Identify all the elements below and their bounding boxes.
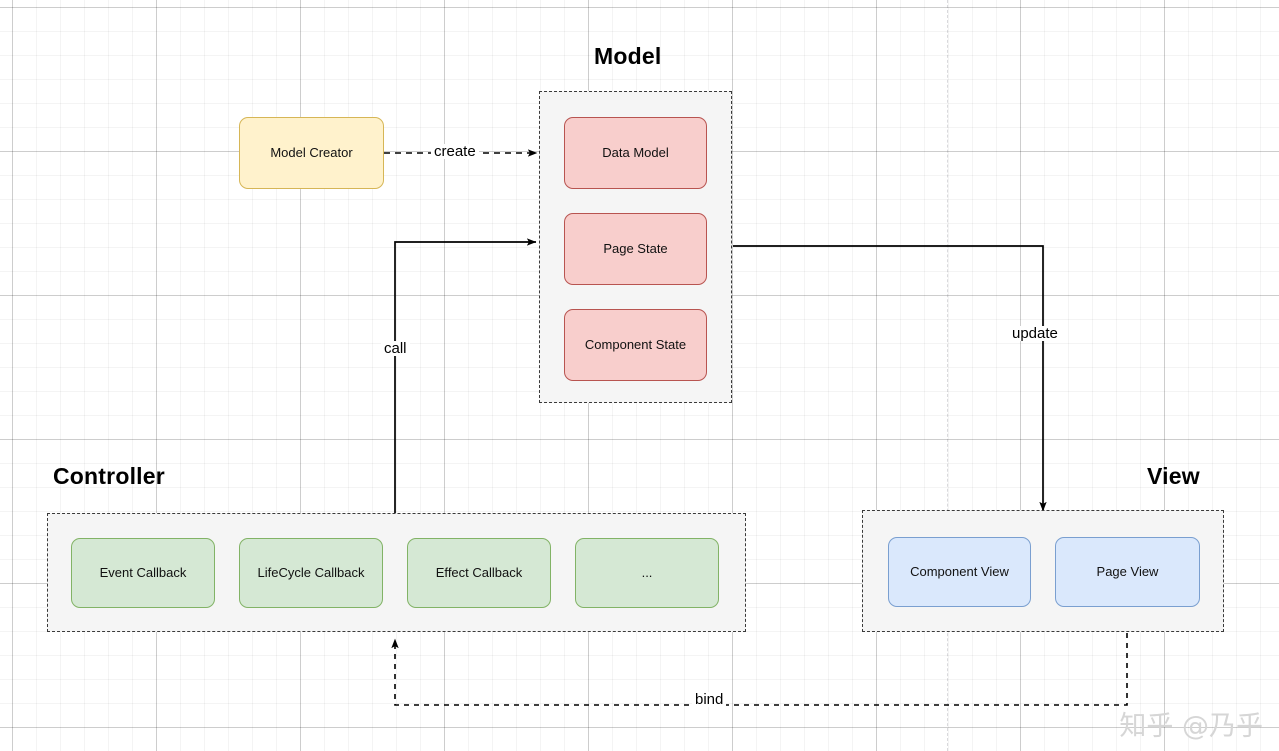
node-component-state-label: Component State	[584, 336, 687, 352]
node-page-view[interactable]: Page View	[1055, 537, 1200, 607]
node-model-creator[interactable]: Model Creator	[239, 117, 384, 189]
edge-call	[394, 238, 537, 513]
edge-label-update: update	[1009, 326, 1061, 341]
node-data-model-label: Data Model	[602, 144, 669, 160]
section-title-controller: Controller	[53, 463, 165, 489]
node-page-state[interactable]: Page State	[564, 213, 707, 285]
edge-label-create: create	[431, 144, 479, 159]
node-more-callbacks-label: ...	[641, 564, 653, 580]
diagram-canvas: create call update bind Model Controller…	[0, 0, 1279, 751]
node-effect-callback[interactable]: Effect Callback	[407, 538, 551, 608]
edge-label-bind: bind	[692, 692, 727, 707]
section-title-view: View	[1147, 463, 1200, 489]
node-event-callback[interactable]: Event Callback	[71, 538, 215, 608]
edge-bind	[391, 633, 1128, 706]
node-lifecycle-callback[interactable]: LifeCycle Callback	[239, 538, 383, 608]
node-page-view-label: Page View	[1096, 563, 1159, 579]
node-more-callbacks[interactable]: ...	[575, 538, 719, 608]
edge-update	[733, 245, 1047, 512]
watermark: 知乎 @乃乎	[1119, 711, 1263, 742]
node-model-creator-label: Model Creator	[270, 144, 353, 160]
node-lifecycle-callback-label: LifeCycle Callback	[257, 564, 365, 580]
node-data-model[interactable]: Data Model	[564, 117, 707, 189]
node-component-state[interactable]: Component State	[564, 309, 707, 381]
node-event-callback-label: Event Callback	[99, 564, 187, 580]
section-title-model: Model	[594, 43, 662, 69]
edge-label-call: call	[381, 341, 410, 356]
page-guide-line	[947, 0, 948, 751]
node-page-state-label: Page State	[603, 240, 668, 256]
node-component-view[interactable]: Component View	[888, 537, 1031, 607]
node-component-view-label: Component View	[910, 563, 1009, 579]
node-effect-callback-label: Effect Callback	[435, 564, 523, 580]
